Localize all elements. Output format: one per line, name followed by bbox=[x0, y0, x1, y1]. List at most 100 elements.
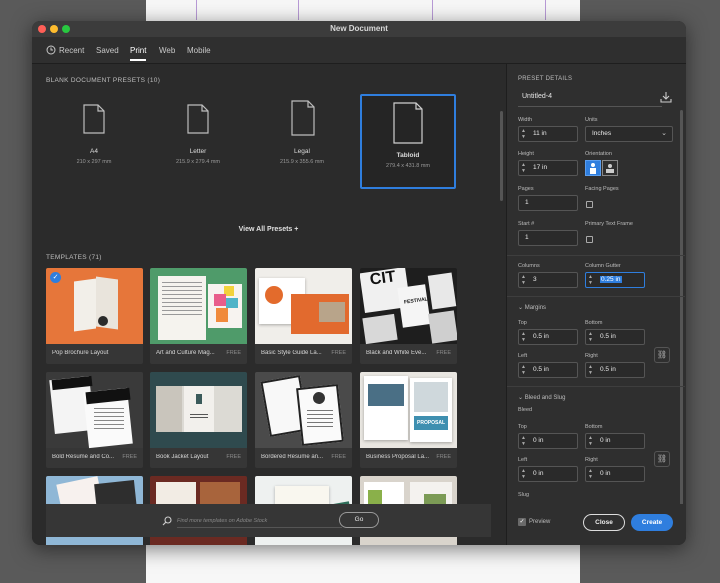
template-thumbnail: CIT FESTIVAL bbox=[360, 268, 457, 345]
go-button[interactable]: Go bbox=[339, 512, 379, 528]
template-card[interactable]: Art and Culture Mag... FREE bbox=[150, 268, 247, 364]
name-underline bbox=[518, 106, 662, 107]
link-bleed-icon[interactable]: ⛓ bbox=[654, 451, 670, 467]
height-field[interactable]: ▲ ▼ 17 in bbox=[518, 160, 578, 176]
title-bar: New Document bbox=[32, 21, 686, 37]
stepper-icon[interactable]: ▲ ▼ bbox=[588, 331, 593, 343]
columns-field[interactable]: ▲ ▼ 3 bbox=[518, 272, 578, 288]
zoom-window-button[interactable] bbox=[62, 25, 70, 33]
create-button[interactable]: Create bbox=[631, 514, 673, 531]
stepper-icon[interactable]: ▲ ▼ bbox=[588, 468, 593, 480]
preset-legal[interactable]: Legal 215.9 x 355.6 mm bbox=[254, 94, 350, 189]
divider bbox=[507, 296, 685, 297]
margin-left-label: Left bbox=[518, 353, 528, 359]
column-gutter-field[interactable]: ▲ ▼ 0.25 in bbox=[585, 272, 645, 288]
bleed-bottom-value: 0 in bbox=[600, 437, 611, 444]
stepper-icon[interactable]: ▲ ▼ bbox=[521, 364, 526, 376]
stepper-icon[interactable]: ▲ ▼ bbox=[588, 274, 593, 286]
stepper-icon[interactable]: ▲ ▼ bbox=[521, 331, 526, 343]
bleed-slug-section-toggle[interactable]: ⌄ Bleed and Slug bbox=[518, 394, 565, 401]
selected-check-icon: ✓ bbox=[50, 272, 61, 283]
preset-name: Letter bbox=[189, 148, 207, 155]
facing-pages-checkbox[interactable] bbox=[586, 201, 593, 208]
view-all-presets-link[interactable]: View All Presets + bbox=[32, 226, 505, 233]
stepper-icon[interactable]: ▲ ▼ bbox=[521, 128, 526, 140]
stepper-icon[interactable]: ▲ ▼ bbox=[588, 435, 593, 447]
template-thumbnail bbox=[150, 372, 247, 448]
stock-search-input[interactable]: Find more templates on Adobe Stock bbox=[177, 514, 342, 528]
templates-scrollbar[interactable] bbox=[500, 111, 503, 201]
pages-label: Pages bbox=[518, 186, 534, 192]
columns-value: 3 bbox=[533, 276, 537, 283]
template-thumbnail bbox=[255, 372, 352, 448]
presets-panel: BLANK DOCUMENT PRESETS (10) A4 210 x 297… bbox=[32, 64, 505, 545]
page-guide bbox=[545, 0, 546, 20]
columns-label: Columns bbox=[518, 263, 540, 269]
bleed-bottom-field[interactable]: ▲ ▼ 0 in bbox=[585, 433, 645, 449]
minimize-window-button[interactable] bbox=[50, 25, 58, 33]
close-window-button[interactable] bbox=[38, 25, 46, 33]
margin-bottom-value: 0.5 in bbox=[600, 333, 616, 340]
close-button[interactable]: Close bbox=[583, 514, 625, 531]
template-card[interactable]: ✓ Pop Brochure Layout bbox=[46, 268, 143, 364]
template-card[interactable]: Bordered Resume an... FREE bbox=[255, 372, 352, 468]
units-select[interactable]: Inches ⌄ bbox=[585, 126, 673, 142]
template-free-badge: FREE bbox=[331, 350, 346, 356]
margin-top-label: Top bbox=[518, 320, 527, 326]
column-gutter-label: Column Gutter bbox=[585, 263, 621, 269]
template-card[interactable]: PROPOSAL Business Proposal La... FREE bbox=[360, 372, 457, 468]
category-tabs: Recent Saved Print Web Mobile bbox=[32, 37, 686, 64]
width-label: Width bbox=[518, 117, 533, 123]
document-name-field[interactable]: Untitled-4 bbox=[522, 93, 552, 100]
tab-web[interactable]: Web bbox=[159, 46, 175, 55]
save-preset-icon[interactable] bbox=[660, 91, 672, 103]
start-number-field[interactable]: 1 bbox=[518, 230, 578, 246]
link-margins-icon[interactable]: ⛓ bbox=[654, 347, 670, 363]
templates-count: (71) bbox=[88, 254, 102, 261]
bleed-left-field[interactable]: ▲ ▼ 0 in bbox=[518, 466, 578, 482]
margins-section-toggle[interactable]: ⌄ Margins bbox=[518, 304, 546, 311]
tab-mobile[interactable]: Mobile bbox=[187, 46, 211, 55]
stepper-icon[interactable]: ▲ ▼ bbox=[521, 468, 526, 480]
stepper-icon[interactable]: ▲ ▼ bbox=[521, 274, 526, 286]
divider bbox=[507, 386, 685, 387]
template-card[interactable]: Bold Resume and Co... FREE bbox=[46, 372, 143, 468]
margin-left-field[interactable]: ▲ ▼ 0.5 in bbox=[518, 362, 578, 378]
width-value: 11 in bbox=[533, 130, 547, 137]
document-icon bbox=[187, 104, 209, 134]
portrait-orientation-button[interactable] bbox=[585, 160, 601, 176]
width-field[interactable]: ▲ ▼ 11 in bbox=[518, 126, 578, 142]
margin-right-field[interactable]: ▲ ▼ 0.5 in bbox=[585, 362, 645, 378]
template-thumbnail: PROPOSAL bbox=[360, 372, 457, 448]
preview-checkbox[interactable]: ✓ bbox=[518, 518, 526, 526]
tab-saved[interactable]: Saved bbox=[96, 46, 119, 55]
bleed-top-field[interactable]: ▲ ▼ 0 in bbox=[518, 433, 578, 449]
tab-recent[interactable]: Recent bbox=[59, 46, 84, 55]
tab-print[interactable]: Print bbox=[130, 46, 147, 61]
pages-field[interactable]: 1 bbox=[518, 195, 578, 211]
template-thumb-text: CIT bbox=[368, 268, 397, 289]
preset-a4[interactable]: A4 210 x 297 mm bbox=[46, 94, 142, 189]
stepper-icon[interactable]: ▲ ▼ bbox=[588, 364, 593, 376]
preset-letter[interactable]: Letter 215.9 x 279.4 mm bbox=[150, 94, 246, 189]
margin-bottom-field[interactable]: ▲ ▼ 0.5 in bbox=[585, 329, 645, 345]
bleed-label: Bleed bbox=[518, 407, 533, 413]
primary-text-frame-checkbox[interactable] bbox=[586, 236, 593, 243]
stepper-icon[interactable]: ▲ ▼ bbox=[521, 162, 526, 174]
details-scrollbar[interactable] bbox=[680, 110, 683, 505]
template-name: Black and White Eve... bbox=[366, 350, 427, 356]
new-document-dialog: New Document Recent Saved Print Web Mobi… bbox=[32, 21, 686, 545]
landscape-orientation-button[interactable] bbox=[602, 160, 618, 176]
blank-presets-heading: BLANK DOCUMENT PRESETS (10) bbox=[46, 77, 160, 84]
template-card[interactable]: Book Jacket Layout FREE bbox=[150, 372, 247, 468]
bleed-right-field[interactable]: ▲ ▼ 0 in bbox=[585, 466, 645, 482]
margin-top-field[interactable]: ▲ ▼ 0.5 in bbox=[518, 329, 578, 345]
template-name: Bordered Resume an... bbox=[261, 454, 324, 460]
preset-tabloid[interactable]: Tabloid 279.4 x 431.8 mm bbox=[360, 94, 456, 189]
template-card[interactable]: CIT FESTIVAL Black and White Eve... FREE bbox=[360, 268, 457, 364]
preset-size: 215.9 x 279.4 mm bbox=[175, 159, 221, 165]
template-card[interactable]: Basic Style Guide La... FREE bbox=[255, 268, 352, 364]
preset-details-panel: PRESET DETAILS Untitled-4 Width ▲ ▼ 11 in … bbox=[506, 64, 686, 545]
blank-presets-title: BLANK DOCUMENT PRESETS bbox=[46, 77, 146, 84]
stepper-icon[interactable]: ▲ ▼ bbox=[521, 435, 526, 447]
